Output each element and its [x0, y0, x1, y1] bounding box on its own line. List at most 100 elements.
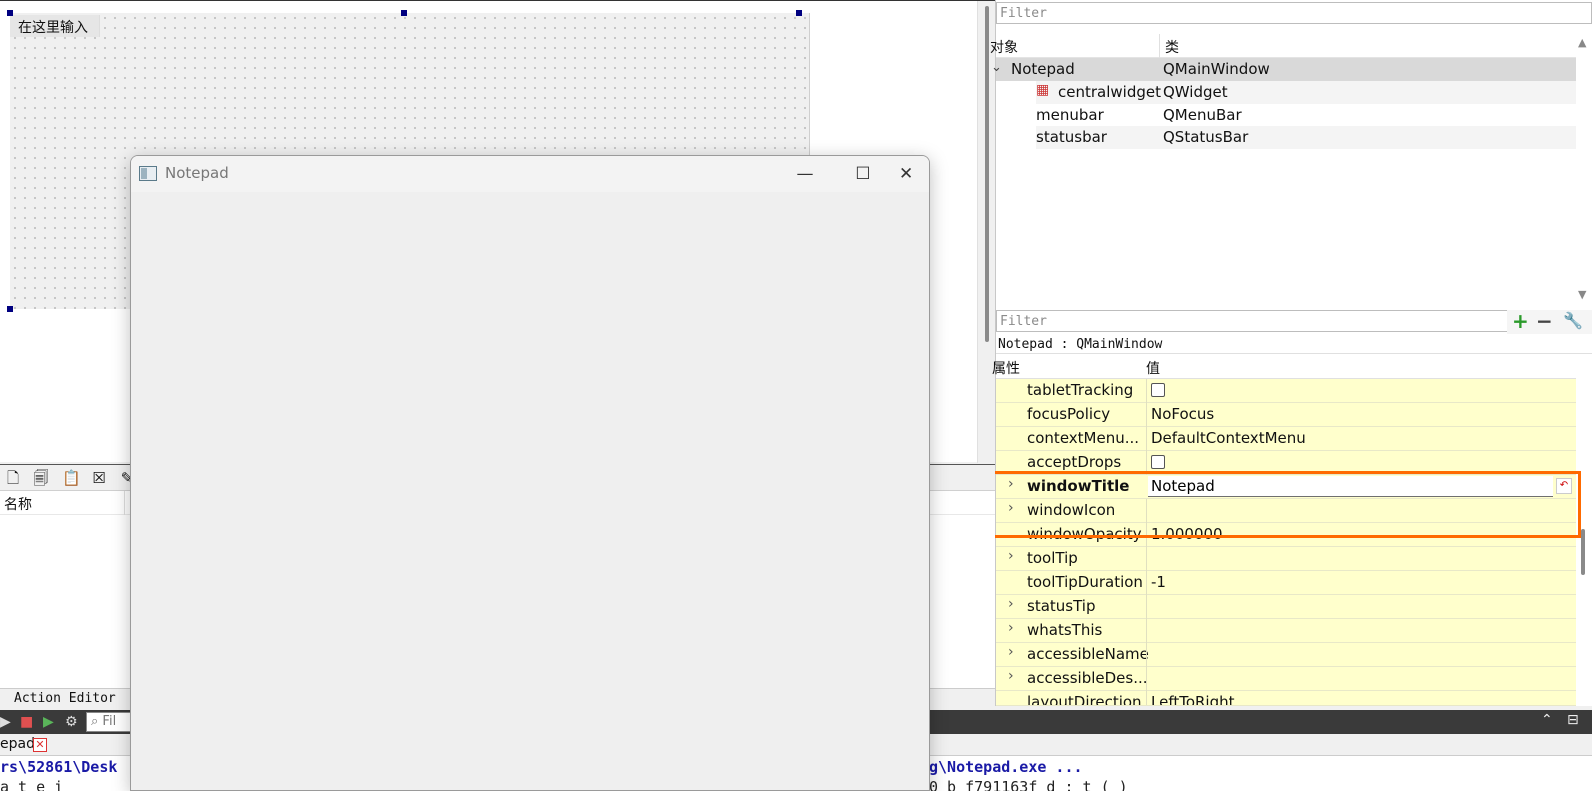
- property-row-layoutDirection[interactable]: layoutDirection LeftToRight: [996, 691, 1576, 706]
- property-row-contextMenuPolicy[interactable]: contextMenu... DefaultContextMenu: [996, 427, 1576, 451]
- delete-action-icon[interactable]: ☒: [90, 469, 108, 487]
- search-icon: ⌕: [91, 714, 103, 729]
- property-row-tabletTracking[interactable]: tabletTracking: [996, 379, 1576, 403]
- scrollbar-thumb[interactable]: [1581, 529, 1585, 575]
- window-titlebar[interactable]: Notepad — ☐ ✕: [131, 156, 929, 192]
- stop-icon[interactable]: ■: [20, 713, 33, 731]
- divider: [124, 491, 125, 515]
- object-filter-input[interactable]: Filter: [996, 2, 1592, 24]
- property-value[interactable]: LeftToRight: [1151, 693, 1235, 705]
- property-row-accessibleName[interactable]: › accessibleName: [996, 643, 1576, 667]
- column-header-name[interactable]: 名称: [4, 494, 32, 514]
- menubar-placeholder[interactable]: 在这里输入: [10, 15, 100, 37]
- close-icon[interactable]: ✕: [33, 738, 47, 752]
- column-header-property[interactable]: 属性: [992, 358, 1020, 378]
- divider: [1146, 547, 1147, 571]
- property-filter-input[interactable]: Filter: [996, 310, 1508, 332]
- divider: [1146, 691, 1147, 705]
- divider: [1146, 619, 1147, 643]
- divider: [1146, 571, 1147, 595]
- tree-row-notepad[interactable]: ⌄ Notepad QMainWindow: [991, 58, 1576, 81]
- expand-chevron-icon[interactable]: ›: [1008, 620, 1014, 636]
- output-line: 0 b f791163f d : t ( ): [929, 778, 1128, 791]
- property-class-line: Notepad : QMainWindow: [996, 334, 1592, 354]
- resize-handle[interactable]: [7, 306, 13, 312]
- collapse-icon[interactable]: ⌄: [991, 60, 1002, 75]
- divider: [1146, 379, 1147, 403]
- divider: [1146, 403, 1147, 427]
- object-name: statusbar: [1036, 128, 1107, 146]
- divider: [1146, 595, 1147, 619]
- action-editor-tab-label[interactable]: Action Editor: [14, 691, 116, 706]
- column-header-value[interactable]: 值: [1146, 358, 1160, 378]
- scroll-up-icon[interactable]: ▲: [1578, 36, 1586, 49]
- preview-window[interactable]: Notepad — ☐ ✕: [130, 155, 930, 791]
- maximize-panel-icon[interactable]: ⊟: [1567, 712, 1579, 728]
- property-name: whatsThis: [1027, 621, 1103, 639]
- property-value[interactable]: -1: [1151, 573, 1166, 591]
- output-line: a t e i: [0, 778, 64, 791]
- collapse-panel-icon[interactable]: ⌃: [1541, 712, 1553, 728]
- scrollbar-thumb[interactable]: [985, 6, 989, 342]
- menu-placeholder-text[interactable]: 在这里输入: [18, 17, 88, 37]
- property-value[interactable]: DefaultContextMenu: [1151, 429, 1306, 447]
- close-icon[interactable]: ✕: [899, 160, 929, 188]
- object-class: QStatusBar: [1163, 128, 1249, 146]
- tree-row-centralwidget[interactable]: ▦ centralwidget QWidget: [1036, 81, 1576, 104]
- new-action-icon[interactable]: 🗋: [4, 469, 22, 487]
- output-tab-label[interactable]: epad: [0, 736, 35, 752]
- property-row-accessibleDescription[interactable]: › accessibleDes...: [996, 667, 1576, 691]
- window-title: Notepad: [165, 164, 229, 182]
- expand-chevron-icon[interactable]: ›: [1008, 644, 1014, 660]
- expand-chevron-icon[interactable]: ›: [1008, 596, 1014, 612]
- column-header-object[interactable]: 对象: [990, 37, 1018, 57]
- divider: [1146, 667, 1147, 691]
- property-value[interactable]: NoFocus: [1151, 405, 1214, 423]
- remove-property-icon[interactable]: −: [1536, 310, 1553, 332]
- property-scrollbar[interactable]: [1574, 379, 1592, 706]
- object-inspector: Filter 对象 类 ⌄ Notepad QMainWindow ▦ cent…: [990, 0, 1592, 310]
- property-row-whatsThis[interactable]: › whatsThis: [996, 619, 1576, 643]
- resize-handle[interactable]: [401, 10, 407, 16]
- property-name: tabletTracking: [1027, 381, 1134, 399]
- output-line: g\Notepad.exe ...: [929, 758, 1083, 776]
- annotation-highlight-box: [987, 471, 1581, 538]
- object-class: QWidget: [1163, 83, 1228, 101]
- rerun-icon[interactable]: ▶: [43, 713, 54, 731]
- property-name: statusTip: [1027, 597, 1096, 615]
- expand-chevron-icon[interactable]: ›: [1008, 668, 1014, 684]
- scroll-down-icon[interactable]: ▼: [1578, 288, 1586, 301]
- property-name: contextMenu...: [1027, 429, 1140, 447]
- tree-row-statusbar[interactable]: statusbar QStatusBar: [1036, 126, 1576, 149]
- property-row-statusTip[interactable]: › statusTip: [996, 595, 1576, 619]
- configure-wrench-icon[interactable]: 🔧: [1563, 310, 1583, 332]
- resize-handle[interactable]: [7, 10, 13, 16]
- minimize-icon[interactable]: —: [783, 160, 827, 188]
- tabletTracking-checkbox[interactable]: [1151, 383, 1165, 397]
- divider: [1146, 643, 1147, 667]
- window-client-area[interactable]: [131, 192, 929, 790]
- tree-row-menubar[interactable]: menubar QMenuBar: [1036, 104, 1576, 127]
- divider: [1146, 427, 1147, 451]
- property-row-toolTipDuration[interactable]: toolTipDuration -1: [996, 571, 1576, 595]
- expand-chevron-icon[interactable]: ›: [1008, 548, 1014, 564]
- run-icon[interactable]: ▶: [0, 713, 11, 731]
- property-row-toolTip[interactable]: › toolTip: [996, 547, 1576, 571]
- object-table-header: 对象 类: [990, 34, 1576, 58]
- property-name: accessibleName: [1027, 645, 1149, 663]
- object-name: Notepad: [1011, 60, 1075, 78]
- resize-handle[interactable]: [796, 10, 802, 16]
- maximize-icon[interactable]: ☐: [841, 160, 885, 188]
- object-tree-scrollbar[interactable]: ▲ ▼: [1574, 34, 1592, 304]
- object-name: centralwidget: [1058, 83, 1161, 101]
- property-row-focusPolicy[interactable]: focusPolicy NoFocus: [996, 403, 1576, 427]
- property-name: toolTip: [1027, 549, 1078, 567]
- gear-icon[interactable]: ⚙: [65, 713, 78, 731]
- column-header-class[interactable]: 类: [1165, 37, 1179, 57]
- add-property-icon[interactable]: +: [1512, 310, 1529, 332]
- property-name: layoutDirection: [1027, 693, 1142, 706]
- acceptDrops-checkbox[interactable]: [1151, 455, 1165, 469]
- copy-action-icon[interactable]: 🗐: [32, 469, 50, 487]
- paste-action-icon[interactable]: 📋: [62, 469, 81, 487]
- property-toolbar: + − 🔧: [1507, 310, 1592, 334]
